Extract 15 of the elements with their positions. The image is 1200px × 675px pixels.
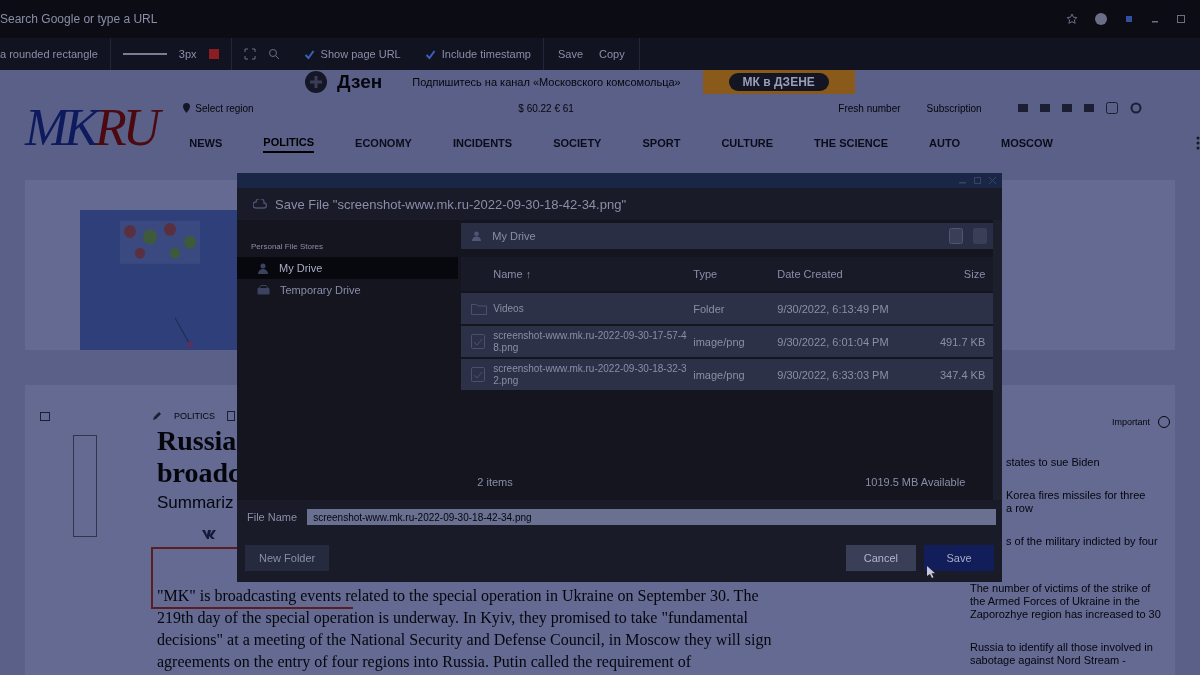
important-label: Important — [1111, 417, 1150, 427]
dialog-heading: Save File "screenshot-www.mk.ru-2022-09-30-18-42-34.png" — [275, 196, 626, 212]
promo-text: Подпишитесь на канал «Московского комсомольца» — [412, 76, 681, 88]
brand-name: Дзен — [337, 71, 383, 93]
free-space: 1019.5 MB Available — [865, 476, 966, 488]
option-label: Include timestamp — [441, 48, 531, 60]
filename-label: File Name — [247, 511, 298, 523]
article-subtitle: Summariz — [157, 493, 234, 513]
article-title: broadc — [157, 457, 241, 489]
item-count: 2 items — [477, 476, 513, 488]
option-label: Show page URL — [320, 48, 401, 60]
article-title: Russia — [157, 425, 237, 457]
article-body: "MK" is broadcasting events related to the special operation in Ukraine on September 30. The 219th day of the special operation is underway. In Kyiv, they promised to take "fundamental decisions" at a meeting of the National Security and Defense Council, in Moscow they will sign agreements on the entry of four regions into Russia. Putin called the requirement of — [157, 586, 773, 673]
currency-rates: $ 60.22 € 61 — [518, 102, 575, 114]
places-heading: Personal File Stores — [250, 242, 325, 251]
